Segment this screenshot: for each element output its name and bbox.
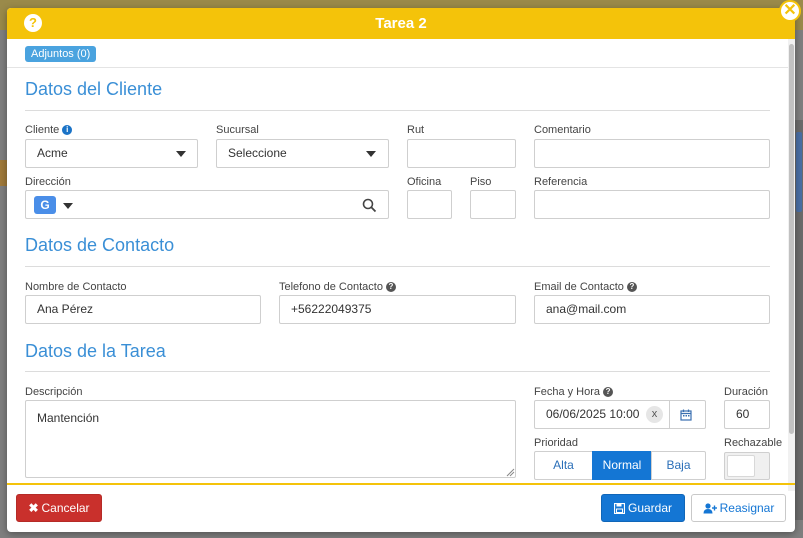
search-icon[interactable] xyxy=(362,198,377,213)
help-icon[interactable]: ? xyxy=(603,387,614,397)
divider xyxy=(669,401,670,428)
add-user-icon xyxy=(703,503,717,514)
datetime-label: Fecha y Hora? xyxy=(534,386,614,398)
footer-divider xyxy=(7,483,795,485)
help-icon[interactable]: ? xyxy=(626,282,637,292)
save-button[interactable]: Guardar xyxy=(601,494,685,522)
contact-phone-input[interactable]: +56222049375 xyxy=(279,295,516,324)
office-label: Oficina xyxy=(407,176,442,188)
resize-handle-icon[interactable] xyxy=(506,468,515,477)
calendar-icon[interactable] xyxy=(680,409,692,421)
client-label-text: Cliente xyxy=(25,124,60,136)
chevron-down-icon[interactable] xyxy=(63,203,73,209)
rut-input[interactable] xyxy=(407,139,516,168)
priority-option-baja[interactable]: Baja xyxy=(651,451,706,480)
floor-label: Piso xyxy=(470,176,492,188)
task-modal: ? Tarea 2 Adjuntos (0) Datos del Cliente… xyxy=(7,8,795,532)
close-icon[interactable]: ✕ xyxy=(779,0,801,22)
modal-header: ? Tarea 2 xyxy=(7,8,795,39)
priority-option-alta[interactable]: Alta xyxy=(534,451,593,480)
comment-label: Comentario xyxy=(534,124,591,136)
background-scrollbar xyxy=(796,132,802,212)
contact-email-label-text: Email de Contacto xyxy=(534,281,624,293)
priority-label: Prioridad xyxy=(534,437,579,449)
duration-input[interactable]: 60 xyxy=(724,400,770,429)
address-input[interactable]: G xyxy=(25,190,389,219)
google-icon[interactable]: G xyxy=(34,196,56,214)
reassign-button[interactable]: Reasignar xyxy=(691,494,786,522)
section-divider xyxy=(25,266,770,267)
modal-scrollbar-thumb[interactable] xyxy=(789,44,794,434)
reference-input[interactable] xyxy=(534,190,770,219)
contact-phone-label: Telefono de Contacto? xyxy=(279,281,396,293)
section-divider xyxy=(25,371,770,372)
floor-input[interactable] xyxy=(470,190,516,219)
section-title-client: Datos del Cliente xyxy=(25,79,163,99)
rejectable-label: Rechazable xyxy=(724,437,783,449)
datetime-input[interactable]: 06/06/2025 10:00 x xyxy=(534,400,706,429)
section-divider xyxy=(25,110,770,111)
chevron-down-icon xyxy=(366,151,376,157)
client-label: Cliente i xyxy=(25,124,73,136)
branch-select-value: Seleccione xyxy=(228,146,287,160)
datetime-value: 06/06/2025 10:00 xyxy=(546,407,640,421)
reassign-button-label: Reasignar xyxy=(719,501,775,515)
clear-icon[interactable]: x xyxy=(646,406,663,423)
cancel-button[interactable]: ✖ Cancelar xyxy=(16,494,102,522)
divider xyxy=(7,67,788,68)
chevron-down-icon xyxy=(176,151,186,157)
address-label: Dirección xyxy=(25,176,71,188)
priority-option-normal[interactable]: Normal xyxy=(592,451,652,480)
reference-label: Referencia xyxy=(534,176,588,188)
comment-input[interactable] xyxy=(534,139,770,168)
close-icon: ✖ xyxy=(28,501,39,515)
save-button-label: Guardar xyxy=(627,501,673,515)
section-title-contact: Datos de Contacto xyxy=(25,235,175,255)
rut-label: Rut xyxy=(407,124,425,136)
client-select-value: Acme xyxy=(37,146,68,160)
branch-label: Sucursal xyxy=(216,124,259,136)
rejectable-toggle[interactable] xyxy=(724,452,770,480)
toggle-knob xyxy=(727,455,755,477)
contact-email-input[interactable]: ana@mail.com xyxy=(534,295,770,324)
cancel-button-label: Cancelar xyxy=(41,501,90,515)
contact-name-input[interactable]: Ana Pérez xyxy=(25,295,261,324)
office-input[interactable] xyxy=(407,190,452,219)
save-icon xyxy=(613,502,626,515)
datetime-label-text: Fecha y Hora xyxy=(534,386,601,398)
description-label: Descripción xyxy=(25,386,83,398)
help-icon[interactable]: ? xyxy=(385,282,396,292)
description-textarea[interactable]: Mantención xyxy=(25,400,516,478)
modal-title: Tarea 2 xyxy=(375,15,427,32)
attachments-badge[interactable]: Adjuntos (0) xyxy=(25,46,97,62)
info-icon[interactable]: i xyxy=(62,125,73,135)
contact-email-label: Email de Contacto? xyxy=(534,281,637,293)
duration-label: Duración xyxy=(724,386,769,398)
client-select[interactable]: Acme xyxy=(25,139,198,168)
contact-phone-label-text: Telefono de Contacto xyxy=(279,281,383,293)
section-title-task: Datos de la Tarea xyxy=(25,341,166,361)
contact-name-label: Nombre de Contacto xyxy=(25,281,127,293)
branch-select[interactable]: Seleccione xyxy=(216,139,389,168)
